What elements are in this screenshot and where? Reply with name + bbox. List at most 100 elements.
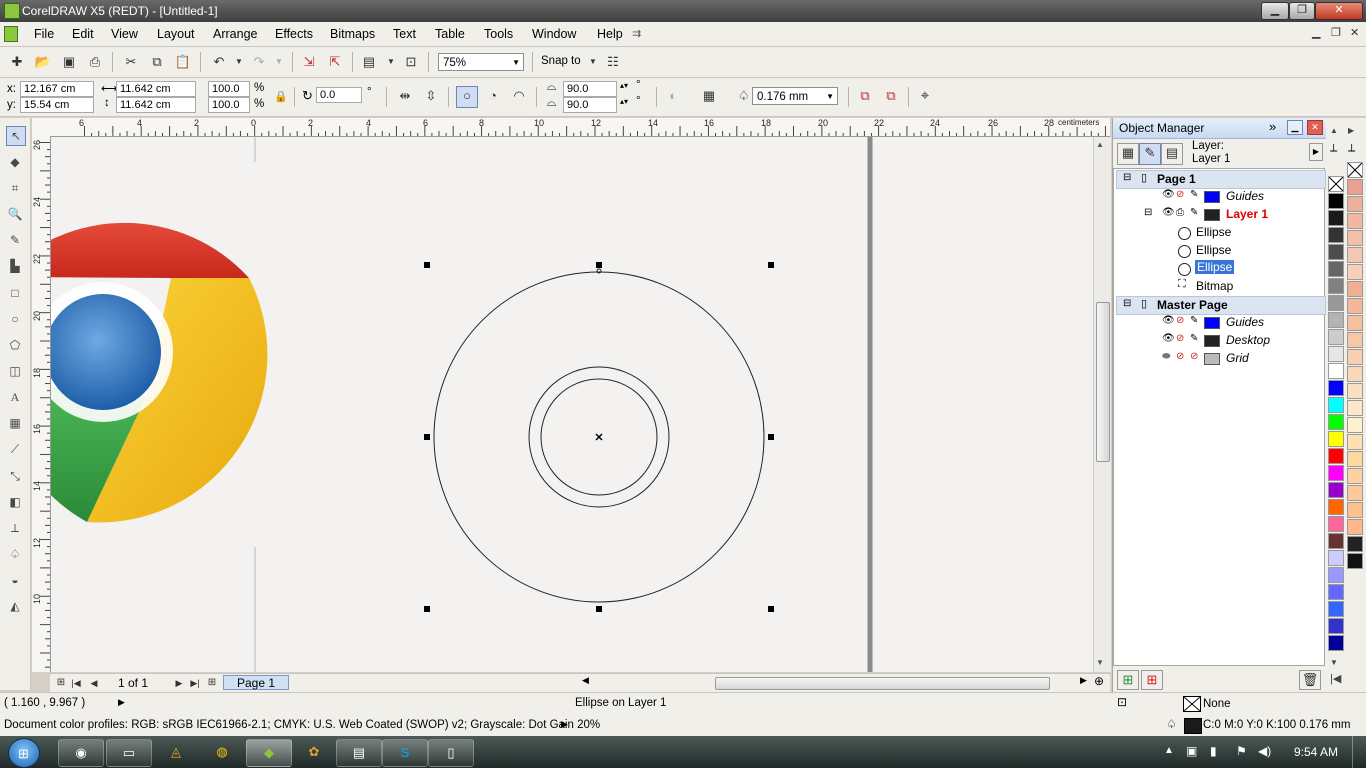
color-swatch[interactable]: [1347, 247, 1363, 263]
color-swatch[interactable]: [1347, 366, 1363, 382]
vertical-scrollbar[interactable]: ▲ ▼: [1093, 137, 1111, 672]
docker-expand-icon[interactable]: »: [1269, 119, 1276, 134]
show-desktop-button[interactable]: [1352, 736, 1366, 768]
ruler-corner[interactable]: [32, 118, 51, 137]
color-swatch[interactable]: [1347, 468, 1363, 484]
horizontal-scroll-thumb[interactable]: [715, 677, 1050, 690]
eye-hidden-icon[interactable]: ⬬: [1162, 351, 1171, 362]
add-page-icon[interactable]: ⊞: [203, 674, 221, 692]
ellipse-tool-icon[interactable]: ○: [6, 310, 24, 328]
taskbar-photo-icon[interactable]: ✿: [292, 739, 336, 765]
scale-x-field[interactable]: 100.0: [208, 81, 250, 97]
eye-icon[interactable]: 👁: [1162, 333, 1175, 344]
x-position-field[interactable]: 12.167 cm: [20, 81, 94, 97]
tray-network-icon[interactable]: ▮: [1210, 744, 1217, 758]
undo-icon[interactable]: ↶: [210, 53, 228, 71]
taskbar-avast-icon[interactable]: ◬: [154, 739, 198, 765]
welcome-screen-icon[interactable]: ⊡: [402, 53, 420, 71]
outline-width-select[interactable]: 0.176 mm ▼: [752, 87, 838, 105]
cut-icon[interactable]: ✂: [122, 53, 140, 71]
tree-master-page[interactable]: ⊟ ▯ Master Page: [1116, 296, 1326, 315]
pick-tool-icon[interactable]: ↖: [6, 126, 26, 146]
color-swatch[interactable]: [1347, 451, 1363, 467]
tree-page-1[interactable]: ⊟ ▯ Page 1: [1116, 170, 1326, 189]
collapse-icon[interactable]: ⊟: [1123, 172, 1131, 183]
taskbar-firefox-icon[interactable]: ◉: [58, 739, 104, 767]
color-swatch[interactable]: [1347, 196, 1363, 212]
color-swatch[interactable]: [1347, 179, 1363, 195]
clock-time[interactable]: 9:54 AM: [1294, 745, 1338, 759]
color-swatch[interactable]: [1328, 533, 1344, 549]
color-swatch[interactable]: [1328, 431, 1344, 447]
color-swatch[interactable]: [1347, 536, 1363, 552]
menu-file[interactable]: File: [34, 27, 54, 41]
menu-table[interactable]: Table: [435, 27, 465, 41]
document-icon[interactable]: [4, 26, 18, 42]
spinner-icon[interactable]: ▴▾: [620, 81, 628, 90]
status-arrow-icon[interactable]: ▶: [118, 697, 125, 708]
color-swatch[interactable]: [1328, 618, 1344, 634]
shape-tool-icon[interactable]: ◆: [6, 153, 24, 171]
smart-fill-tool-icon[interactable]: ▙: [6, 257, 24, 275]
menu-overflow-icon[interactable]: ⇉: [632, 27, 641, 40]
to-front-icon[interactable]: ⧉: [856, 87, 874, 105]
launcher-dropdown-icon[interactable]: ▼: [382, 53, 400, 71]
document-color-profiles[interactable]: Document color profiles: RGB: sRGB IEC61…: [4, 719, 600, 731]
color-swatch[interactable]: [1347, 485, 1363, 501]
interactive-fill-tool-icon[interactable]: ◭: [6, 597, 24, 615]
taskbar-notepad-icon[interactable]: ▯: [428, 739, 474, 767]
color-swatch[interactable]: [1328, 193, 1344, 209]
color-swatch[interactable]: [1347, 553, 1363, 569]
palette-expand-icon[interactable]: |◀: [1330, 672, 1341, 685]
minimize-button[interactable]: ▁: [1261, 2, 1289, 20]
no-color-swatch[interactable]: [1347, 162, 1363, 178]
menu-arrange[interactable]: Arrange: [213, 27, 257, 41]
redo-dropdown-icon[interactable]: ▼: [270, 53, 288, 71]
color-swatch[interactable]: [1328, 635, 1344, 651]
color-swatch[interactable]: [1347, 349, 1363, 365]
lock-ratio-icon[interactable]: 🔒: [272, 88, 290, 106]
prev-page-icon[interactable]: ◀: [85, 674, 103, 692]
collapse-icon[interactable]: ⊟: [1144, 207, 1152, 218]
tree-layer-guides[interactable]: 👁 ⊘ ✎ Guides: [1116, 314, 1324, 331]
printer-icon[interactable]: ⊘: [1176, 333, 1184, 344]
color-swatch[interactable]: [1328, 414, 1344, 430]
no-color-swatch[interactable]: [1328, 176, 1344, 192]
outline-color-swatch[interactable]: [1184, 718, 1202, 734]
navigator-icon[interactable]: ⊕: [1094, 674, 1104, 688]
color-swatch[interactable]: [1328, 312, 1344, 328]
undo-dropdown-icon[interactable]: ▼: [230, 53, 248, 71]
tab-page-1[interactable]: Page 1: [223, 675, 289, 690]
tree-object-ellipse[interactable]: Ellipse: [1116, 224, 1324, 241]
scale-y-field[interactable]: 100.0: [208, 97, 250, 113]
edit-across-layers-icon[interactable]: ✎: [1139, 143, 1161, 165]
width-field[interactable]: 11.642 cm: [116, 81, 196, 97]
bitmap-chrome-logo[interactable]: [51, 222, 268, 523]
freehand-tool-icon[interactable]: ✎: [6, 231, 24, 249]
tree-layer-guides[interactable]: 👁 ⊘ ✎ Guides: [1116, 188, 1324, 205]
profiles-arrow-icon[interactable]: ▶: [561, 719, 568, 730]
eyedropper-tool-icon[interactable]: ⟂: [6, 519, 24, 537]
scroll-up-icon[interactable]: ▲: [1096, 140, 1104, 149]
color-swatch[interactable]: [1347, 434, 1363, 450]
basic-shapes-tool-icon[interactable]: ◫: [6, 362, 24, 380]
connector-tool-icon[interactable]: ⤡: [6, 467, 24, 485]
color-swatch[interactable]: [1347, 298, 1363, 314]
color-swatch[interactable]: [1328, 550, 1344, 566]
color-swatch[interactable]: [1347, 264, 1363, 280]
color-swatch[interactable]: [1347, 400, 1363, 416]
outline-tool-icon[interactable]: ♤: [6, 545, 24, 563]
palette-scroll-up-icon[interactable]: ▲: [1330, 126, 1338, 135]
color-swatch[interactable]: [1328, 261, 1344, 277]
color-swatch[interactable]: [1347, 332, 1363, 348]
mirror-vertical-icon[interactable]: ⇳: [422, 87, 440, 105]
color-swatch[interactable]: [1328, 601, 1344, 617]
layer-manager-view-icon[interactable]: ▤: [1161, 143, 1183, 165]
zoom-tool-icon[interactable]: 🔍: [6, 205, 24, 223]
color-swatch[interactable]: [1328, 499, 1344, 515]
fill-none-swatch[interactable]: [1183, 696, 1201, 712]
redo-icon[interactable]: ↷: [250, 53, 268, 71]
menu-edit[interactable]: Edit: [72, 27, 94, 41]
vertical-ruler[interactable]: 26 24 22 20 18 16 14 12 10: [32, 136, 51, 672]
color-swatch[interactable]: [1328, 482, 1344, 498]
